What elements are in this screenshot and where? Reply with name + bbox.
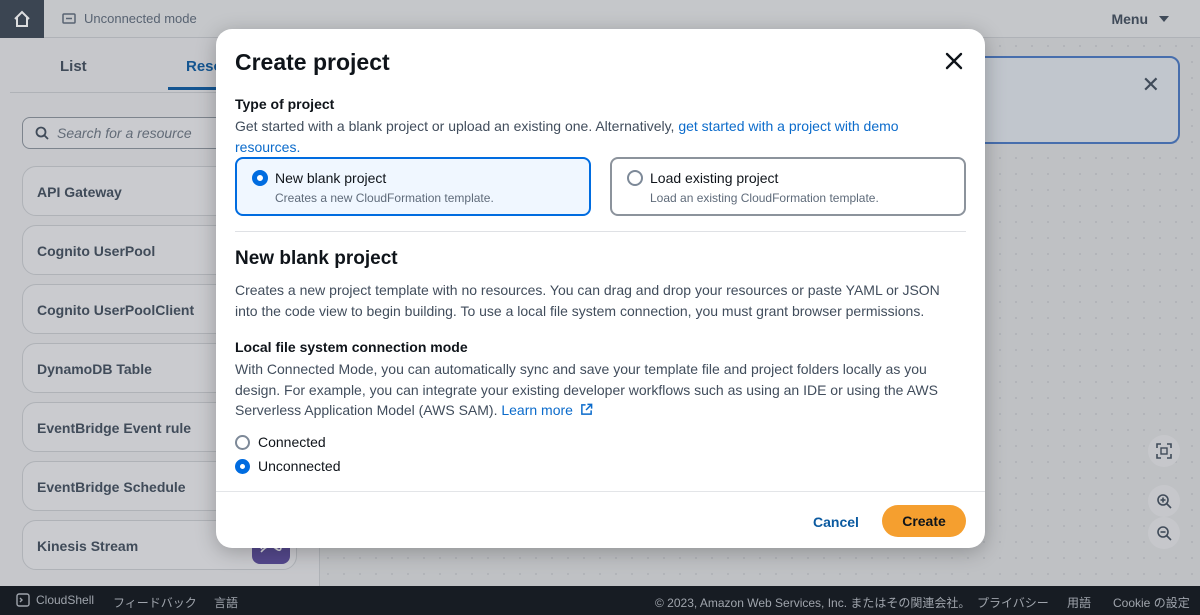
load-existing-project-option[interactable]: Load existing project Load an existing C… [610,157,966,216]
radio-selected-icon [252,170,268,186]
radio-unselected-icon [235,434,250,450]
connection-mode-label: Local file system connection mode [235,339,468,355]
learn-more-label: Learn more [501,402,573,418]
option-description: Creates a new CloudFormation template. [275,191,494,205]
footer-divider [216,491,985,492]
option-description: Load an existing CloudFormation template… [650,191,879,205]
external-link-icon [580,403,593,415]
radio-selected-icon [235,458,250,474]
option-label: Connected [258,434,326,450]
section-title: New blank project [235,248,398,269]
option-title: Load existing project [650,170,779,186]
section-divider [235,231,966,232]
project-type-description: Get started with a blank project or uplo… [235,116,965,157]
option-label: Unconnected [258,458,341,474]
option-title: New blank project [275,170,387,186]
close-icon[interactable] [942,49,966,73]
section-description: Creates a new project template with no r… [235,282,940,319]
new-blank-project-option[interactable]: New blank project Creates a new CloudFor… [235,157,591,216]
connected-mode-option[interactable]: Connected [235,434,326,450]
connection-mode-description: With Connected Mode, you can automatical… [235,359,965,421]
learn-more-link[interactable]: Learn more [501,402,593,418]
unconnected-mode-option[interactable]: Unconnected [235,458,341,474]
project-type-label: Type of project [235,96,335,112]
create-project-dialog: Create project Type of project Get start… [216,29,985,548]
description-text: Get started with a blank project or uplo… [235,118,679,134]
cancel-button[interactable]: Cancel [801,507,871,537]
dialog-title: Create project [235,49,390,75]
radio-unselected-icon [627,170,643,186]
create-button[interactable]: Create [882,505,966,537]
